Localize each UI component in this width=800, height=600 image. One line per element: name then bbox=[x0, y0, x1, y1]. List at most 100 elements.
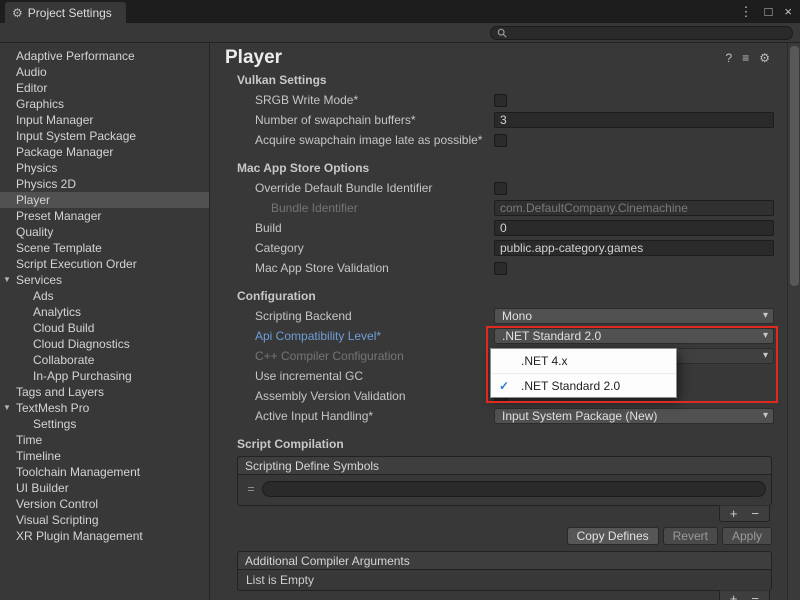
sidebar-item-editor[interactable]: Editor bbox=[0, 80, 209, 96]
scrollbar-thumb[interactable] bbox=[790, 46, 799, 286]
settings-row-acquire-swapchain-image-late-as-possible: Acquire swapchain image late as possible… bbox=[211, 130, 774, 150]
sidebar-item-label: Analytics bbox=[33, 305, 81, 319]
toolbar bbox=[0, 23, 800, 43]
row-label-srgb-write-mode: SRGB Write Mode* bbox=[255, 93, 494, 107]
row-label-category: Category bbox=[255, 241, 494, 255]
sidebar-item-tags-and-layers[interactable]: Tags and Layers bbox=[0, 384, 209, 400]
revert-button[interactable]: Revert bbox=[663, 527, 718, 545]
maximize-icon[interactable]: □ bbox=[765, 4, 773, 19]
scrollbar-track[interactable] bbox=[787, 43, 800, 600]
row-label-build: Build bbox=[255, 221, 494, 235]
sidebar-item-cloud-build[interactable]: Cloud Build bbox=[0, 320, 209, 336]
settings-row-bundle-identifier: Bundle Identifiercom.DefaultCompany.Cine… bbox=[211, 198, 774, 218]
row-label-active-input-handling: Active Input Handling* bbox=[255, 409, 494, 423]
sidebar-item-preset-manager[interactable]: Preset Manager bbox=[0, 208, 209, 224]
scripting-define-symbols-list: Scripting Define Symbols = bbox=[237, 456, 772, 506]
popup-item-label: .NET Standard 2.0 bbox=[521, 379, 620, 393]
toggle-acquire-swapchain-image-late-as-possible[interactable] bbox=[494, 134, 507, 147]
title-bar: ⚙ Project Settings ⋮ □ × bbox=[0, 0, 800, 23]
help-icon[interactable]: ? bbox=[726, 51, 733, 65]
popup-item-net-standard-2-0[interactable]: ✓.NET Standard 2.0 bbox=[491, 373, 676, 397]
sidebar-item-time[interactable]: Time bbox=[0, 432, 209, 448]
remove-define-button[interactable]: − bbox=[751, 507, 759, 520]
sidebar-item-audio[interactable]: Audio bbox=[0, 64, 209, 80]
sidebar-item-collaborate[interactable]: Collaborate bbox=[0, 352, 209, 368]
sidebar-item-label: Package Manager bbox=[16, 145, 113, 159]
sidebar-item-label: Script Execution Order bbox=[16, 257, 137, 271]
dropdown-active-input-handling[interactable]: Input System Package (New)▾ bbox=[494, 408, 774, 424]
sidebar-item-input-system-package[interactable]: Input System Package bbox=[0, 128, 209, 144]
apply-button[interactable]: Apply bbox=[722, 527, 772, 545]
sidebar-item-input-manager[interactable]: Input Manager bbox=[0, 112, 209, 128]
sidebar-item-script-execution-order[interactable]: Script Execution Order bbox=[0, 256, 209, 272]
sidebar-item-player[interactable]: Player bbox=[0, 192, 209, 208]
tab-project-settings[interactable]: ⚙ Project Settings bbox=[5, 2, 126, 23]
close-icon[interactable]: × bbox=[784, 4, 792, 19]
field-category[interactable]: public.app-category.games bbox=[494, 240, 774, 256]
panel-header-icons: ? ≡ ⚙ bbox=[726, 51, 770, 65]
define-symbols-buttons: Copy Defines Revert Apply bbox=[211, 527, 772, 545]
sidebar-item-physics-2d[interactable]: Physics 2D bbox=[0, 176, 209, 192]
sidebar-item-label: Quality bbox=[16, 225, 53, 239]
foldout-arrow-icon[interactable]: ▼ bbox=[3, 272, 11, 288]
field-build[interactable]: 0 bbox=[494, 220, 774, 236]
row-label-override-default-bundle-identifier: Override Default Bundle Identifier bbox=[255, 181, 494, 195]
compiler-args-footer: + − bbox=[211, 591, 770, 600]
sidebar-item-label: Toolchain Management bbox=[16, 465, 140, 479]
sidebar-item-label: Cloud Diagnostics bbox=[33, 337, 130, 351]
sidebar-item-package-manager[interactable]: Package Manager bbox=[0, 144, 209, 160]
copy-defines-button[interactable]: Copy Defines bbox=[567, 527, 659, 545]
sidebar-item-xr-plugin-management[interactable]: XR Plugin Management bbox=[0, 528, 209, 544]
sidebar-item-timeline[interactable]: Timeline bbox=[0, 448, 209, 464]
sidebar-item-label: Version Control bbox=[16, 497, 98, 511]
sidebar-item-ui-builder[interactable]: UI Builder bbox=[0, 480, 209, 496]
search-bar[interactable] bbox=[490, 26, 793, 40]
settings-gear-icon[interactable]: ⚙ bbox=[759, 51, 770, 65]
remove-argument-button[interactable]: − bbox=[751, 592, 759, 600]
sidebar-item-label: Physics 2D bbox=[16, 177, 76, 191]
section-header-script-compilation: Script Compilation bbox=[211, 434, 800, 454]
define-symbol-input[interactable] bbox=[262, 481, 766, 497]
dropdown-scripting-backend[interactable]: Mono▾ bbox=[494, 308, 774, 324]
drag-handle-icon[interactable]: = bbox=[246, 482, 256, 496]
sidebar-item-cloud-diagnostics[interactable]: Cloud Diagnostics bbox=[0, 336, 209, 352]
sidebar-item-version-control[interactable]: Version Control bbox=[0, 496, 209, 512]
dropdown-api-compatibility-level[interactable]: .NET Standard 2.0▾ bbox=[494, 328, 774, 344]
sidebar-item-settings[interactable]: Settings bbox=[0, 416, 209, 432]
search-input[interactable] bbox=[511, 27, 786, 39]
dropdown-value: .NET Standard 2.0 bbox=[502, 329, 601, 343]
sidebar-item-toolchain-management[interactable]: Toolchain Management bbox=[0, 464, 209, 480]
sidebar-item-label: Scene Template bbox=[16, 241, 102, 255]
dropdown-value: Input System Package (New) bbox=[502, 409, 657, 423]
add-define-button[interactable]: + bbox=[730, 507, 738, 520]
sidebar-item-analytics[interactable]: Analytics bbox=[0, 304, 209, 320]
sidebar-item-label: TextMesh Pro bbox=[16, 401, 89, 415]
popup-item-net-4-x[interactable]: .NET 4.x bbox=[491, 349, 676, 373]
sidebar-item-services[interactable]: ▼Services bbox=[0, 272, 209, 288]
sidebar-item-in-app-purchasing[interactable]: In-App Purchasing bbox=[0, 368, 209, 384]
field-number-of-swapchain-buffers[interactable]: 3 bbox=[494, 112, 774, 128]
row-label-number-of-swapchain-buffers: Number of swapchain buffers* bbox=[255, 113, 494, 127]
empty-list-label: List is Empty bbox=[238, 570, 771, 590]
sidebar-item-adaptive-performance[interactable]: Adaptive Performance bbox=[0, 48, 209, 64]
sidebar-item-graphics[interactable]: Graphics bbox=[0, 96, 209, 112]
foldout-arrow-icon[interactable]: ▼ bbox=[3, 400, 11, 416]
field-bundle-identifier[interactable]: com.DefaultCompany.Cinemachine bbox=[494, 200, 774, 216]
kebab-menu-icon[interactable]: ⋮ bbox=[740, 4, 753, 20]
sidebar-item-visual-scripting[interactable]: Visual Scripting bbox=[0, 512, 209, 528]
toggle-override-default-bundle-identifier[interactable] bbox=[494, 182, 507, 195]
sidebar-item-physics[interactable]: Physics bbox=[0, 160, 209, 176]
presets-icon[interactable]: ≡ bbox=[742, 51, 749, 65]
sidebar-item-quality[interactable]: Quality bbox=[0, 224, 209, 240]
toggle-srgb-write-mode[interactable] bbox=[494, 94, 507, 107]
sidebar-item-label: Visual Scripting bbox=[16, 513, 99, 527]
sidebar-item-label: Ads bbox=[33, 289, 54, 303]
sidebar-item-textmesh-pro[interactable]: ▼ TextMesh Pro bbox=[0, 400, 209, 416]
toggle-mac-app-store-validation[interactable] bbox=[494, 262, 507, 275]
settings-row-active-input-handling: Active Input Handling*Input System Packa… bbox=[211, 406, 774, 426]
sidebar-item-scene-template[interactable]: Scene Template bbox=[0, 240, 209, 256]
add-argument-button[interactable]: + bbox=[730, 592, 738, 600]
settings-row-mac-app-store-validation: Mac App Store Validation bbox=[211, 258, 774, 278]
row-label-c-compiler-configuration: C++ Compiler Configuration bbox=[255, 349, 494, 363]
sidebar-item-ads[interactable]: Ads bbox=[0, 288, 209, 304]
